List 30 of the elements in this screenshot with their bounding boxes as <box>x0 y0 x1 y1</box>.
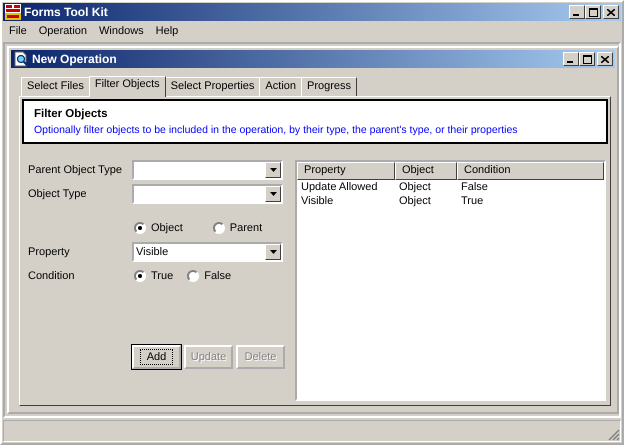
window-title: Forms Tool Kit <box>24 5 108 19</box>
menu-item[interactable]: Help <box>150 25 184 37</box>
field-label: Object Type <box>28 188 88 200</box>
menu-item[interactable]: Windows <box>93 25 150 37</box>
radio-button[interactable]: Object <box>134 222 183 234</box>
section-description: Optionally filter objects to be included in the operation, by their type, the parent's type, or their properties <box>34 124 519 136</box>
column-header[interactable]: Property <box>297 162 395 180</box>
menu-item[interactable]: File <box>3 25 33 37</box>
field-label: Property <box>28 246 71 258</box>
dropdown-field[interactable]: Visible <box>132 242 283 262</box>
section-title: Filter Objects <box>34 108 108 120</box>
column-header[interactable]: Object <box>395 162 457 180</box>
action-button[interactable]: Add <box>132 345 181 369</box>
table-cell-text: Visible <box>300 194 334 208</box>
tab[interactable]: Filter Objects <box>88 76 166 97</box>
tab[interactable]: Progress <box>301 77 358 96</box>
tab[interactable]: Action <box>259 77 302 96</box>
column-header[interactable]: Condition <box>457 162 604 180</box>
menu-item[interactable]: Operation <box>32 25 94 37</box>
radio-button[interactable]: True <box>134 270 174 282</box>
field-label: Parent Object Type <box>28 164 123 176</box>
table-cell-text: False <box>460 180 489 194</box>
table-cell-text: True <box>460 194 484 208</box>
table-cell-text: Update Allowed <box>300 180 378 194</box>
child-window-title: New Operation <box>32 52 117 66</box>
radio-button[interactable]: False <box>187 270 232 282</box>
radio-button[interactable]: Parent <box>212 222 262 234</box>
table-cell-text: Object <box>398 180 432 194</box>
field-label: Condition <box>28 270 76 282</box>
table-cell-text: Object <box>398 194 432 208</box>
